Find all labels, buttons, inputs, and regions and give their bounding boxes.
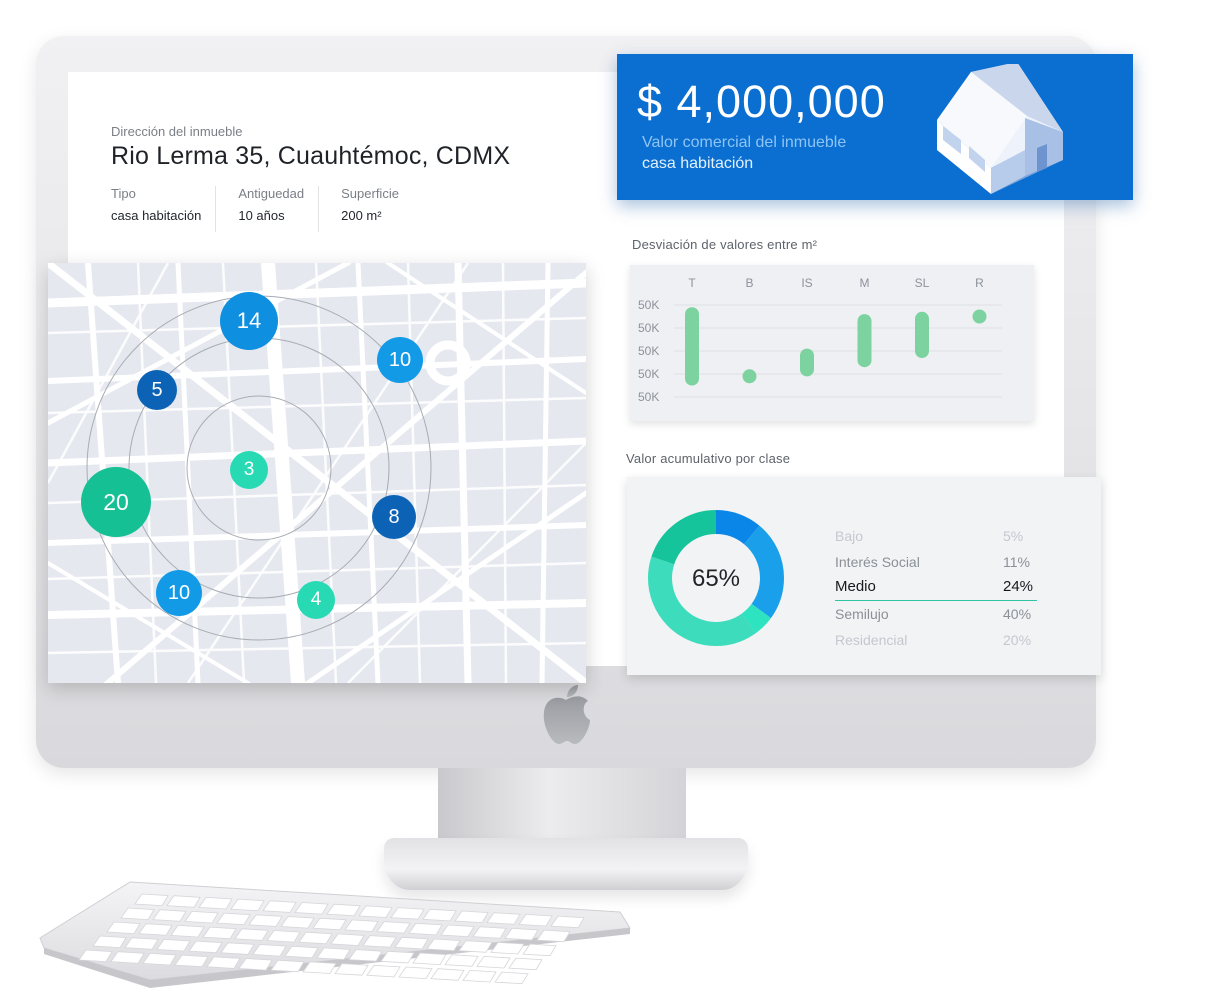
legend-class-label: Interés Social: [835, 554, 920, 570]
map-cluster-10[interactable]: 10: [156, 570, 202, 616]
legend-class-label: Semilujo: [835, 606, 889, 622]
legend-row-medio[interactable]: Medio 24%: [835, 575, 1037, 601]
attr-antiguedad: Antiguedad 10 años: [238, 186, 320, 232]
donut-chart: 65%: [648, 510, 784, 646]
property-attributes: Tipo casa habitación Antiguedad 10 años …: [111, 186, 435, 232]
house-icon: [937, 64, 1063, 194]
map-cluster-4[interactable]: 4: [297, 581, 335, 619]
legend-percent: 20%: [1003, 632, 1032, 648]
x-category-label: R: [975, 276, 984, 290]
legend-row-semilujo[interactable]: Semilujo 40%: [835, 601, 1037, 627]
map-cluster-20[interactable]: 20: [81, 467, 151, 537]
accumulated-chart-card: 65% Bajo 5% Interés Social 11% Medio 24% Semil…: [627, 477, 1101, 675]
range-mark: [685, 307, 699, 386]
attr-label: Tipo: [111, 186, 136, 201]
x-category-label: M: [860, 276, 870, 290]
map-cluster-14[interactable]: 14: [220, 292, 278, 350]
attr-label: Superficie: [341, 186, 399, 201]
price-card: $ 4,000,000 Valor comercial del inmueble…: [617, 54, 1133, 200]
map-cluster-8[interactable]: 8: [372, 495, 416, 539]
range-mark: [800, 348, 814, 377]
deviation-chart: 50K 50K 50K 50K 50K T B IS M SL R: [638, 276, 1002, 404]
attr-tipo: Tipo casa habitación: [111, 186, 217, 232]
legend-percent: 5%: [1003, 528, 1024, 544]
deviation-chart-card: 50K 50K 50K 50K 50K T B IS M SL R: [630, 265, 1034, 421]
legend-row-bajo[interactable]: Bajo 5%: [835, 523, 1037, 549]
map-cluster-5[interactable]: 5: [137, 370, 177, 410]
legend-class-label: Residencial: [835, 632, 908, 648]
y-tick-label: 50K: [638, 367, 659, 381]
price-label: Valor comercial del inmueble: [642, 134, 847, 151]
attr-superficie: Superficie 200 m²: [341, 186, 413, 232]
map-cluster-3[interactable]: 3: [230, 451, 268, 489]
y-tick-label: 50K: [638, 298, 659, 312]
attr-value: 10 años: [238, 208, 285, 223]
price-subtitle: casa habitación: [642, 155, 754, 172]
keyboard: [39, 881, 631, 988]
y-tick-label: 50K: [638, 321, 659, 335]
attr-label: Antiguedad: [238, 186, 305, 201]
x-category-label: T: [688, 276, 696, 290]
donut-legend: Bajo 5% Interés Social 11% Medio 24% Semilujo 4…: [835, 523, 1037, 653]
legend-percent: 24%: [1003, 578, 1034, 595]
legend-class-label: Bajo: [835, 528, 864, 544]
price-amount: $ 4,000,000: [637, 76, 886, 127]
range-mark: [972, 309, 987, 324]
legend-row-interés-social[interactable]: Interés Social 11%: [835, 549, 1037, 575]
accumulated-chart-title: Valor acumulativo por clase: [626, 451, 791, 466]
range-mark: [742, 369, 757, 384]
map-card: 14 10 5 3 20 8 10 4: [48, 263, 586, 683]
donut-center-label: 65%: [692, 565, 740, 592]
x-category-label: IS: [801, 276, 812, 290]
range-mark: [857, 314, 872, 368]
attr-value: 200 m²: [341, 208, 382, 223]
legend-percent: 40%: [1003, 606, 1032, 622]
attr-value: casa habitación: [111, 208, 202, 223]
y-tick-label: 50K: [638, 390, 659, 404]
y-tick-label: 50K: [638, 344, 659, 358]
apple-logo-icon: [543, 685, 590, 744]
range-mark: [915, 311, 929, 358]
address-value: Rio Lerma 35, Cuauhtémoc, CDMX: [111, 142, 511, 170]
legend-percent: 11%: [1003, 554, 1030, 570]
monitor-stand: [438, 768, 686, 842]
legend-row-residencial[interactable]: Residencial 20%: [835, 627, 1037, 653]
deviation-chart-title: Desviación de valores entre m²: [632, 237, 818, 252]
x-category-label: B: [745, 276, 753, 290]
map-cluster-10[interactable]: 10: [377, 337, 423, 383]
legend-class-label: Medio: [835, 578, 876, 595]
x-category-label: SL: [915, 276, 930, 290]
address-label: Dirección del inmueble: [111, 124, 243, 139]
